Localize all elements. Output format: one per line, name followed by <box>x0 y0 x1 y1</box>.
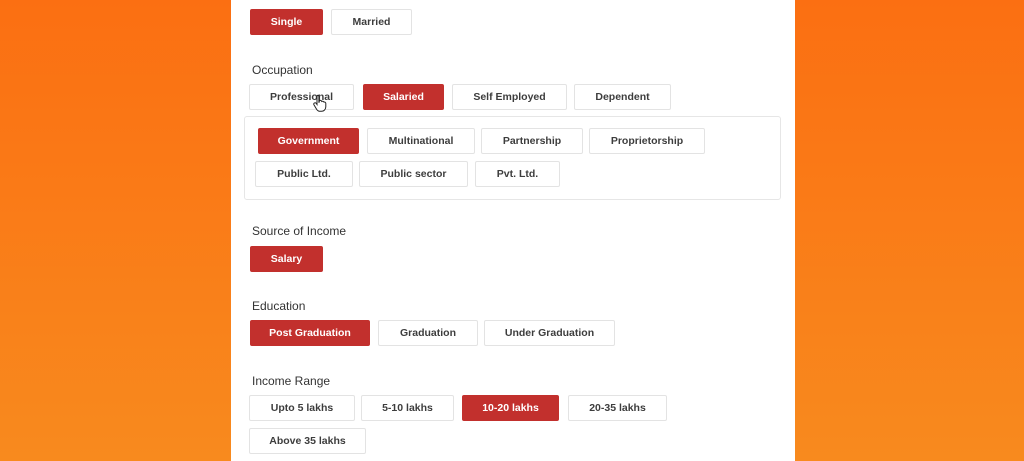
occupation-option-salaried[interactable]: Salaried <box>363 84 444 110</box>
education-option-graduation[interactable]: Graduation <box>378 320 478 346</box>
occupation-option-dependent[interactable]: Dependent <box>574 84 671 110</box>
sub-option-pvt-ltd[interactable]: Pvt. Ltd. <box>475 161 560 187</box>
income-option-5-10-lakhs[interactable]: 5-10 lakhs <box>361 395 454 421</box>
marital-option-single[interactable]: Single <box>250 9 323 35</box>
sub-option-proprietorship[interactable]: Proprietorship <box>589 128 705 154</box>
education-option-under-graduation[interactable]: Under Graduation <box>484 320 615 346</box>
sub-option-partnership[interactable]: Partnership <box>481 128 583 154</box>
sub-option-public-ltd[interactable]: Public Ltd. <box>255 161 353 187</box>
income-option-10-20-lakhs[interactable]: 10-20 lakhs <box>462 395 559 421</box>
occupation-option-professional[interactable]: Professional <box>249 84 354 110</box>
income-option-above-35-lakhs[interactable]: Above 35 lakhs <box>249 428 366 454</box>
marital-option-married[interactable]: Married <box>331 9 412 35</box>
occupation-label: Occupation <box>252 63 313 77</box>
source-of-income-label: Source of Income <box>252 224 347 238</box>
education-option-post-graduation[interactable]: Post Graduation <box>250 320 370 346</box>
education-label: Education <box>252 299 306 313</box>
income-option-20-35-lakhs[interactable]: 20-35 lakhs <box>568 395 667 421</box>
income-range-label: Income Range <box>252 374 331 388</box>
occupation-option-self-employed[interactable]: Self Employed <box>452 84 567 110</box>
hand-pointer-cursor-icon <box>313 94 327 112</box>
sub-option-multinational[interactable]: Multinational <box>367 128 475 154</box>
sub-option-public-sector[interactable]: Public sector <box>359 161 468 187</box>
income-option-upto-5-lakhs[interactable]: Upto 5 lakhs <box>249 395 355 421</box>
income-source-option-salary[interactable]: Salary <box>250 246 323 272</box>
sub-option-government[interactable]: Government <box>258 128 359 154</box>
